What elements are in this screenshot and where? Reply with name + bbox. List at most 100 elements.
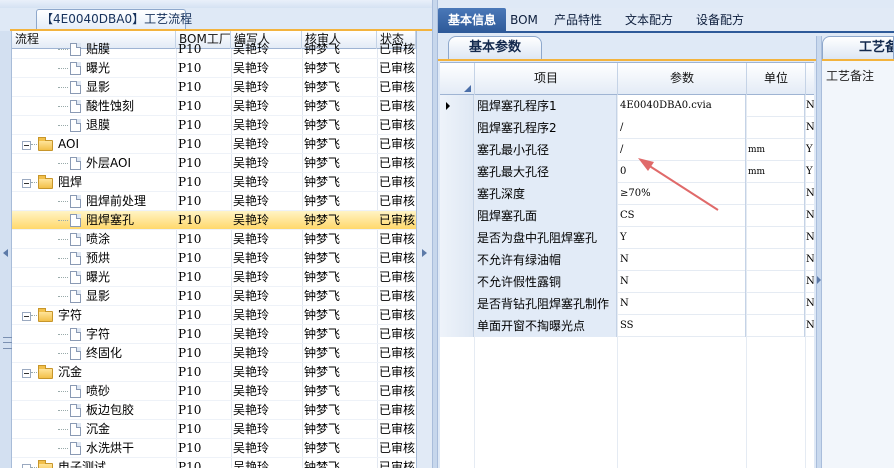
right-collapse-strip[interactable] — [416, 31, 432, 468]
bom-cell: P10 — [178, 289, 202, 303]
param-unit-cell[interactable]: mm — [747, 161, 805, 183]
column-header-unit[interactable]: 单位 — [747, 63, 806, 95]
tree-row[interactable]: 喷涂 P10 吴艳玲 钟梦飞 已审核 — [12, 230, 416, 249]
param-unit-cell[interactable]: mm — [747, 139, 805, 161]
param-row[interactable]: 塞孔深度 ≥70% N — [440, 183, 814, 205]
param-row[interactable]: 单面开窗不掏曝光点 SS N — [440, 315, 814, 337]
subtab-underline — [438, 59, 818, 61]
row-selector[interactable] — [440, 117, 474, 139]
column-header-extra[interactable] — [806, 63, 814, 95]
tab-equipment-recipe[interactable]: 设备配方 — [684, 8, 756, 32]
left-collapse-strip[interactable] — [0, 31, 12, 468]
param-value-cell[interactable]: 0 — [618, 161, 746, 183]
param-extra-cell[interactable]: Y — [806, 161, 814, 183]
row-selector[interactable] — [440, 271, 474, 293]
tree-row[interactable]: 显影 P10 吴艳玲 钟梦飞 已审核 — [12, 78, 416, 97]
process-remark-area[interactable]: 工艺备注 — [822, 61, 894, 468]
tree-row[interactable]: 字符 P10 吴艳玲 钟梦飞 已审核 — [12, 306, 416, 325]
tab-product-features[interactable]: 产品特性 — [542, 8, 614, 32]
tree-row[interactable]: 贴膜 P10 吴艳玲 钟梦飞 已审核 — [12, 40, 416, 59]
param-unit-cell[interactable] — [747, 227, 805, 249]
tree-row[interactable]: 酸性蚀刻 P10 吴艳玲 钟梦飞 已审核 — [12, 97, 416, 116]
tree-row[interactable]: 水洗烘干 P10 吴艳玲 钟梦飞 已审核 — [12, 439, 416, 458]
tab-process-remark[interactable]: 工艺备注 — [822, 36, 894, 59]
param-extra-cell[interactable]: N — [806, 183, 814, 205]
tree-row[interactable]: AOI P10 吴艳玲 钟梦飞 已审核 — [12, 135, 416, 154]
row-selector[interactable] — [440, 315, 474, 337]
tab-basic-params[interactable]: 基本参数 — [448, 36, 542, 59]
tab-text-recipe[interactable]: 文本配方 — [614, 8, 684, 32]
tree-row[interactable]: 电子测试 P10 吴艳玲 钟梦飞 已审核 — [12, 458, 416, 468]
param-unit-cell[interactable] — [747, 271, 805, 293]
param-row[interactable]: 不允许假性露铜 N N — [440, 271, 814, 293]
tree-row[interactable]: 沉金 P10 吴艳玲 钟梦飞 已审核 — [12, 363, 416, 382]
tab-bom[interactable]: BOM — [506, 8, 542, 32]
row-selector[interactable] — [440, 249, 474, 271]
row-selector[interactable] — [440, 293, 474, 315]
tree-row[interactable]: 阻焊前处理 P10 吴艳玲 钟梦飞 已审核 — [12, 192, 416, 211]
tree-row[interactable]: 喷砂 P10 吴艳玲 钟梦飞 已审核 — [12, 382, 416, 401]
row-selector[interactable] — [440, 161, 474, 183]
param-value-cell[interactable]: N — [618, 293, 746, 315]
param-value-cell[interactable]: / — [618, 139, 746, 161]
row-selector[interactable] — [440, 95, 474, 117]
tree-row[interactable]: 阻焊塞孔 P10 吴艳玲 钟梦飞 已审核 — [12, 211, 416, 230]
param-unit-cell[interactable] — [747, 117, 805, 139]
param-unit-cell[interactable] — [747, 249, 805, 271]
param-row[interactable]: 阻焊塞孔程序1 4E0040DBA0.cvia N — [440, 95, 814, 117]
tab-basic-info[interactable]: 基本信息 — [438, 8, 506, 32]
collapse-icon[interactable] — [22, 179, 31, 188]
param-extra-cell[interactable]: N — [806, 117, 814, 139]
param-extra-cell[interactable]: N — [806, 205, 814, 227]
param-value-cell[interactable]: N — [618, 249, 746, 271]
tree-row[interactable]: 板边包胶 P10 吴艳玲 钟梦飞 已审核 — [12, 401, 416, 420]
column-header-param[interactable]: 参数 — [618, 63, 747, 95]
tree-row[interactable]: 终固化 P10 吴艳玲 钟梦飞 已审核 — [12, 344, 416, 363]
param-extra-cell[interactable]: N — [806, 293, 814, 315]
tree-row[interactable]: 外层AOI P10 吴艳玲 钟梦飞 已审核 — [12, 154, 416, 173]
param-row[interactable]: 塞孔最小孔径 / mm Y — [440, 139, 814, 161]
param-unit-cell[interactable] — [747, 95, 805, 117]
tree-row[interactable]: 曝光 P10 吴艳玲 钟梦飞 已审核 — [12, 59, 416, 78]
param-row[interactable]: 阻焊塞孔程序2/ N — [440, 117, 814, 139]
param-extra-cell[interactable]: N — [806, 315, 814, 337]
param-extra-cell[interactable]: N — [806, 227, 814, 249]
param-unit-cell[interactable] — [747, 183, 805, 205]
collapse-icon[interactable] — [22, 464, 31, 468]
param-extra-cell[interactable]: N — [806, 95, 814, 117]
param-extra-cell[interactable]: N — [806, 249, 814, 271]
param-unit-cell[interactable] — [747, 205, 805, 227]
collapse-icon[interactable] — [22, 369, 31, 378]
tree-row[interactable]: 退膜 P10 吴艳玲 钟梦飞 已审核 — [12, 116, 416, 135]
row-selector[interactable] — [440, 139, 474, 161]
tree-row[interactable]: 阻焊 P10 吴艳玲 钟梦飞 已审核 — [12, 173, 416, 192]
param-value-cell[interactable]: Y — [618, 227, 746, 249]
row-selector[interactable] — [440, 227, 474, 249]
param-value-cell[interactable]: / — [618, 117, 746, 139]
collapse-icon[interactable] — [22, 312, 31, 321]
tree-row[interactable]: 预烘 P10 吴艳玲 钟梦飞 已审核 — [12, 249, 416, 268]
param-value-cell[interactable]: N — [618, 271, 746, 293]
param-row[interactable]: 是否为盘中孔阻焊塞孔 Y N — [440, 227, 814, 249]
param-value-cell[interactable]: SS — [618, 315, 746, 337]
param-extra-cell[interactable]: N — [806, 271, 814, 293]
param-value-cell[interactable]: CS — [618, 205, 746, 227]
param-value-cell[interactable]: 4E0040DBA0.cvia — [618, 95, 746, 117]
param-row[interactable]: 塞孔最大孔径 0 mm Y — [440, 161, 814, 183]
tree-row[interactable]: 沉金 P10 吴艳玲 钟梦飞 已审核 — [12, 420, 416, 439]
param-unit-cell[interactable] — [747, 315, 805, 337]
column-header-item[interactable]: 项目 — [475, 63, 618, 95]
row-selector[interactable] — [440, 205, 474, 227]
tree-row[interactable]: 曝光 P10 吴艳玲 钟梦飞 已审核 — [12, 268, 416, 287]
param-value-cell[interactable]: ≥70% — [618, 183, 746, 205]
param-row[interactable]: 阻焊塞孔面 CS N — [440, 205, 814, 227]
param-unit-cell[interactable] — [747, 293, 805, 315]
collapse-icon[interactable] — [22, 141, 31, 150]
tree-row[interactable]: 字符 P10 吴艳玲 钟梦飞 已审核 — [12, 325, 416, 344]
tree-row[interactable]: 显影 P10 吴艳玲 钟梦飞 已审核 — [12, 287, 416, 306]
row-selector[interactable] — [440, 183, 474, 205]
param-row[interactable]: 不允许有绿油帽 N N — [440, 249, 814, 271]
param-extra-cell[interactable]: Y — [806, 139, 814, 161]
tab-process-flow[interactable]: 【4E0040DBA0】工艺流程 — [36, 9, 192, 29]
param-row[interactable]: 是否背钻孔阻焊塞孔制作 N N — [440, 293, 814, 315]
